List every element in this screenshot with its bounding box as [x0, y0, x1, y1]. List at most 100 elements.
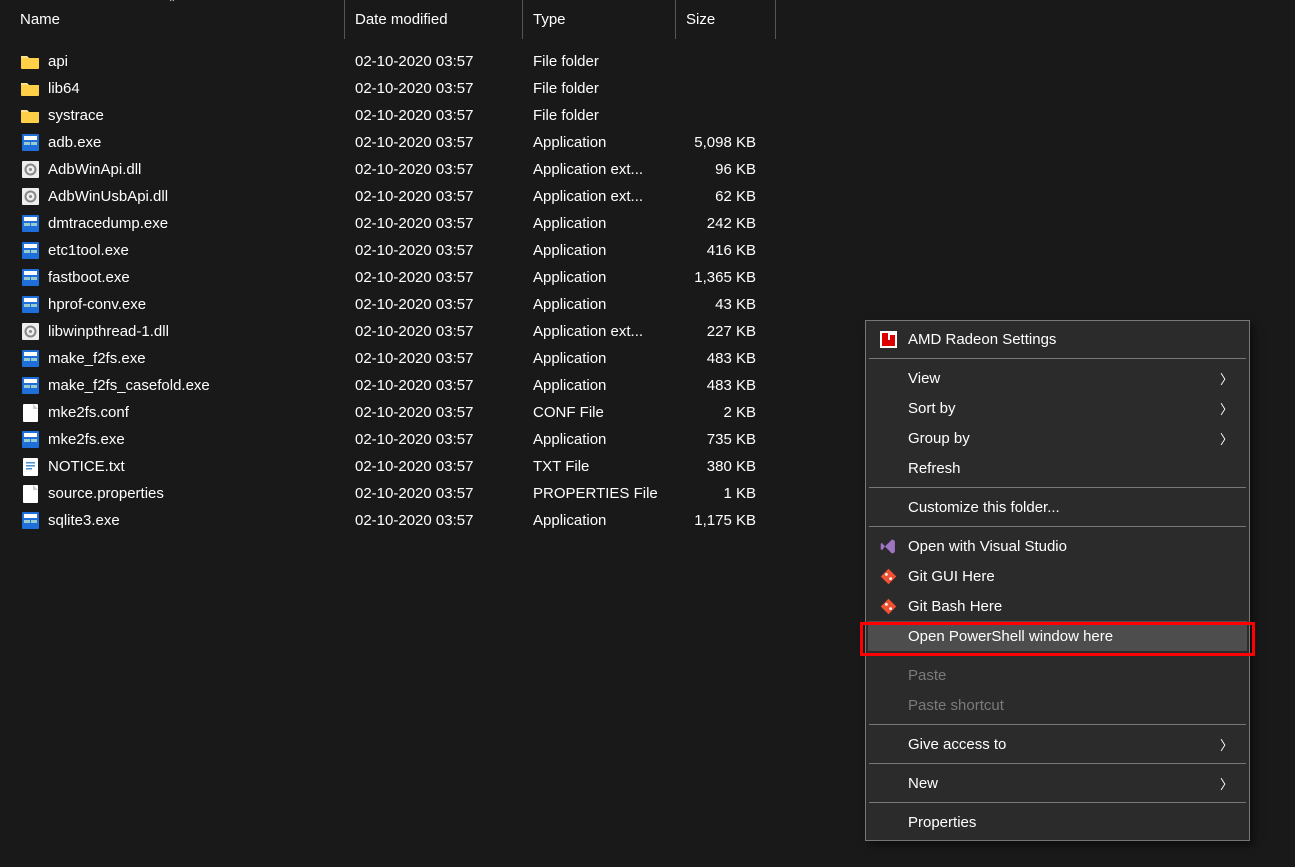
menu-refresh[interactable]: Refresh [868, 453, 1247, 483]
menu-sort-by[interactable]: Sort by 〉 [868, 393, 1247, 423]
file-date: 02-10-2020 03:57 [345, 161, 523, 178]
menu-give-access[interactable]: Give access to 〉 [868, 729, 1247, 759]
menu-sort-label: Sort by [878, 400, 1220, 417]
file-name: fastboot.exe [48, 269, 130, 286]
column-header-size[interactable]: Size [676, 0, 776, 39]
file-size: 5,098 KB [676, 134, 766, 151]
file-name: source.properties [48, 485, 164, 502]
file-date: 02-10-2020 03:57 [345, 188, 523, 205]
file-date: 02-10-2020 03:57 [345, 53, 523, 70]
file-row[interactable]: AdbWinApi.dll 02-10-2020 03:57Application… [0, 156, 1295, 183]
file-date: 02-10-2020 03:57 [345, 512, 523, 529]
menu-paste-label: Paste [878, 667, 1233, 684]
file-row[interactable]: AdbWinUsbApi.dll 02-10-2020 03:57Applicat… [0, 183, 1295, 210]
file-date: 02-10-2020 03:57 [345, 485, 523, 502]
file-size: 416 KB [676, 242, 766, 259]
git-icon [878, 596, 898, 616]
menu-customize[interactable]: Customize this folder... [868, 492, 1247, 522]
menu-open-powershell[interactable]: Open PowerShell window here [868, 621, 1247, 651]
file-date: 02-10-2020 03:57 [345, 404, 523, 421]
menu-properties[interactable]: Properties [868, 807, 1247, 837]
file-row[interactable]: dmtracedump.exe02-10-2020 03:57Applicati… [0, 210, 1295, 237]
dll-icon [20, 322, 40, 342]
file-name: sqlite3.exe [48, 512, 120, 529]
file-row[interactable]: api02-10-2020 03:57File folder [0, 48, 1295, 75]
file-row[interactable]: lib64 02-10-2020 03:57File folder [0, 75, 1295, 102]
context-menu: AMD Radeon Settings View 〉 Sort by 〉 Gro… [865, 320, 1250, 841]
file-row[interactable]: adb.exe02-10-2020 03:57Application5,098 … [0, 129, 1295, 156]
file-size: 483 KB [676, 350, 766, 367]
column-header-name[interactable]: Name ⌃ [0, 0, 345, 39]
column-header-name-label: Name [20, 11, 60, 28]
git-icon [878, 566, 898, 586]
chevron-right-icon: 〉 [1220, 735, 1233, 754]
file-name: AdbWinUsbApi.dll [48, 188, 168, 205]
file-type: Application ext... [523, 161, 676, 178]
menu-vs-label: Open with Visual Studio [906, 538, 1233, 555]
file-type: Application [523, 377, 676, 394]
chevron-right-icon: 〉 [1220, 369, 1233, 388]
file-type: CONF File [523, 404, 676, 421]
file-name: api [48, 53, 68, 70]
file-date: 02-10-2020 03:57 [345, 215, 523, 232]
sort-ascending-icon: ⌃ [168, 0, 176, 9]
menu-view-label: View [878, 370, 1220, 387]
menu-powershell-label: Open PowerShell window here [878, 628, 1233, 645]
menu-gitbash-label: Git Bash Here [906, 598, 1233, 615]
file-name: systrace [48, 107, 104, 124]
menu-separator [869, 763, 1246, 764]
column-header-date-label: Date modified [355, 11, 448, 28]
exe-icon [20, 241, 40, 261]
exe-icon [20, 268, 40, 288]
menu-git-bash[interactable]: Git Bash Here [868, 591, 1247, 621]
menu-separator [869, 487, 1246, 488]
file-type: Application [523, 350, 676, 367]
file-size: 735 KB [676, 431, 766, 448]
menu-separator [869, 724, 1246, 725]
file-row[interactable]: systrace02-10-2020 03:57File folder [0, 102, 1295, 129]
menu-new[interactable]: New 〉 [868, 768, 1247, 798]
file-row[interactable]: hprof-conv.exe02-10-2020 03:57Applicatio… [0, 291, 1295, 318]
file-name: lib64 [48, 80, 80, 97]
file-name: AdbWinApi.dll [48, 161, 141, 178]
menu-group-by[interactable]: Group by 〉 [868, 423, 1247, 453]
menu-group-label: Group by [878, 430, 1220, 447]
menu-git-gui[interactable]: Git GUI Here [868, 561, 1247, 591]
file-type: Application ext... [523, 323, 676, 340]
menu-amd-radeon[interactable]: AMD Radeon Settings [868, 324, 1247, 354]
exe-icon [20, 133, 40, 153]
file-date: 02-10-2020 03:57 [345, 431, 523, 448]
menu-view[interactable]: View 〉 [868, 363, 1247, 393]
file-size: 43 KB [676, 296, 766, 313]
file-row[interactable]: etc1tool.exe02-10-2020 03:57Application4… [0, 237, 1295, 264]
file-type: Application ext... [523, 188, 676, 205]
file-date: 02-10-2020 03:57 [345, 296, 523, 313]
file-type: Application [523, 431, 676, 448]
file-name: mke2fs.exe [48, 431, 125, 448]
folder-icon [20, 106, 40, 126]
menu-separator [869, 358, 1246, 359]
menu-separator [869, 802, 1246, 803]
file-row[interactable]: fastboot.exe02-10-2020 03:57Application1… [0, 264, 1295, 291]
menu-paste-shortcut: Paste shortcut [868, 690, 1247, 720]
file-date: 02-10-2020 03:57 [345, 80, 523, 97]
file-type: PROPERTIES File [523, 485, 676, 502]
folder-icon [20, 79, 40, 99]
menu-separator [869, 655, 1246, 656]
chevron-right-icon: 〉 [1220, 774, 1233, 793]
file-type: File folder [523, 80, 676, 97]
chevron-right-icon: 〉 [1220, 429, 1233, 448]
menu-properties-label: Properties [878, 814, 1233, 831]
menu-pasteshortcut-label: Paste shortcut [878, 697, 1233, 714]
file-size: 1 KB [676, 485, 766, 502]
column-header-row: Name ⌃ Date modified Type Size [0, 0, 1295, 40]
column-header-type[interactable]: Type [523, 0, 676, 39]
menu-gitgui-label: Git GUI Here [906, 568, 1233, 585]
menu-open-vs[interactable]: Open with Visual Studio [868, 531, 1247, 561]
column-header-date[interactable]: Date modified [345, 0, 523, 39]
file-name: libwinpthread-1.dll [48, 323, 169, 340]
file-date: 02-10-2020 03:57 [345, 323, 523, 340]
exe-icon [20, 430, 40, 450]
file-type: Application [523, 215, 676, 232]
file-name: mke2fs.conf [48, 404, 129, 421]
